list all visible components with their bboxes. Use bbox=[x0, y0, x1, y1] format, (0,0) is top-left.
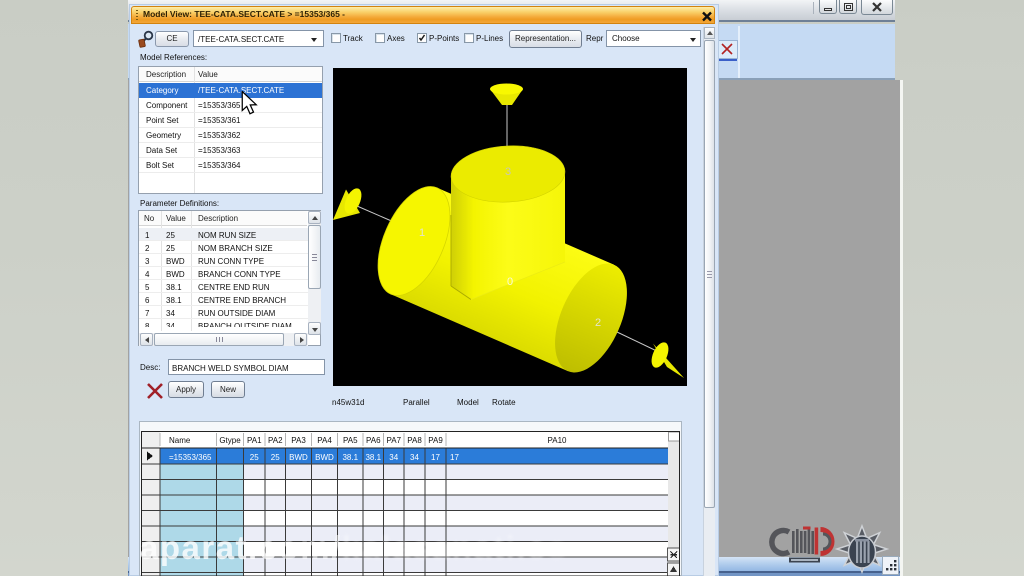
svg-text:0: 0 bbox=[507, 276, 513, 288]
svg-text:PA8: PA8 bbox=[407, 436, 422, 445]
svg-text:34: 34 bbox=[410, 453, 419, 462]
svg-text:17: 17 bbox=[431, 453, 440, 462]
svg-text:PA6: PA6 bbox=[366, 436, 381, 445]
svg-text:1: 1 bbox=[419, 227, 425, 239]
svg-text:25: 25 bbox=[250, 453, 259, 462]
svg-text:25: 25 bbox=[271, 453, 280, 462]
svg-text:BWD: BWD bbox=[289, 453, 308, 462]
svg-text:PA5: PA5 bbox=[343, 436, 358, 445]
svg-text:Name: Name bbox=[169, 436, 191, 445]
svg-text:PA10: PA10 bbox=[548, 436, 568, 445]
svg-text:PA9: PA9 bbox=[428, 436, 443, 445]
svg-text:PA1: PA1 bbox=[247, 436, 262, 445]
svg-text:PA4: PA4 bbox=[317, 436, 332, 445]
svg-text:38.1: 38.1 bbox=[365, 453, 381, 462]
svg-text:38.1: 38.1 bbox=[342, 453, 358, 462]
svg-text:2: 2 bbox=[595, 317, 601, 329]
svg-text:BWD: BWD bbox=[315, 453, 334, 462]
svg-text:PA3: PA3 bbox=[291, 436, 306, 445]
svg-text:PA2: PA2 bbox=[268, 436, 283, 445]
svg-text:Gtype: Gtype bbox=[219, 436, 241, 445]
svg-text:3: 3 bbox=[505, 166, 511, 178]
svg-text:PA7: PA7 bbox=[386, 436, 401, 445]
svg-text:=15353/365: =15353/365 bbox=[169, 453, 212, 462]
svg-text:34: 34 bbox=[389, 453, 398, 462]
svg-text:17: 17 bbox=[450, 453, 459, 462]
